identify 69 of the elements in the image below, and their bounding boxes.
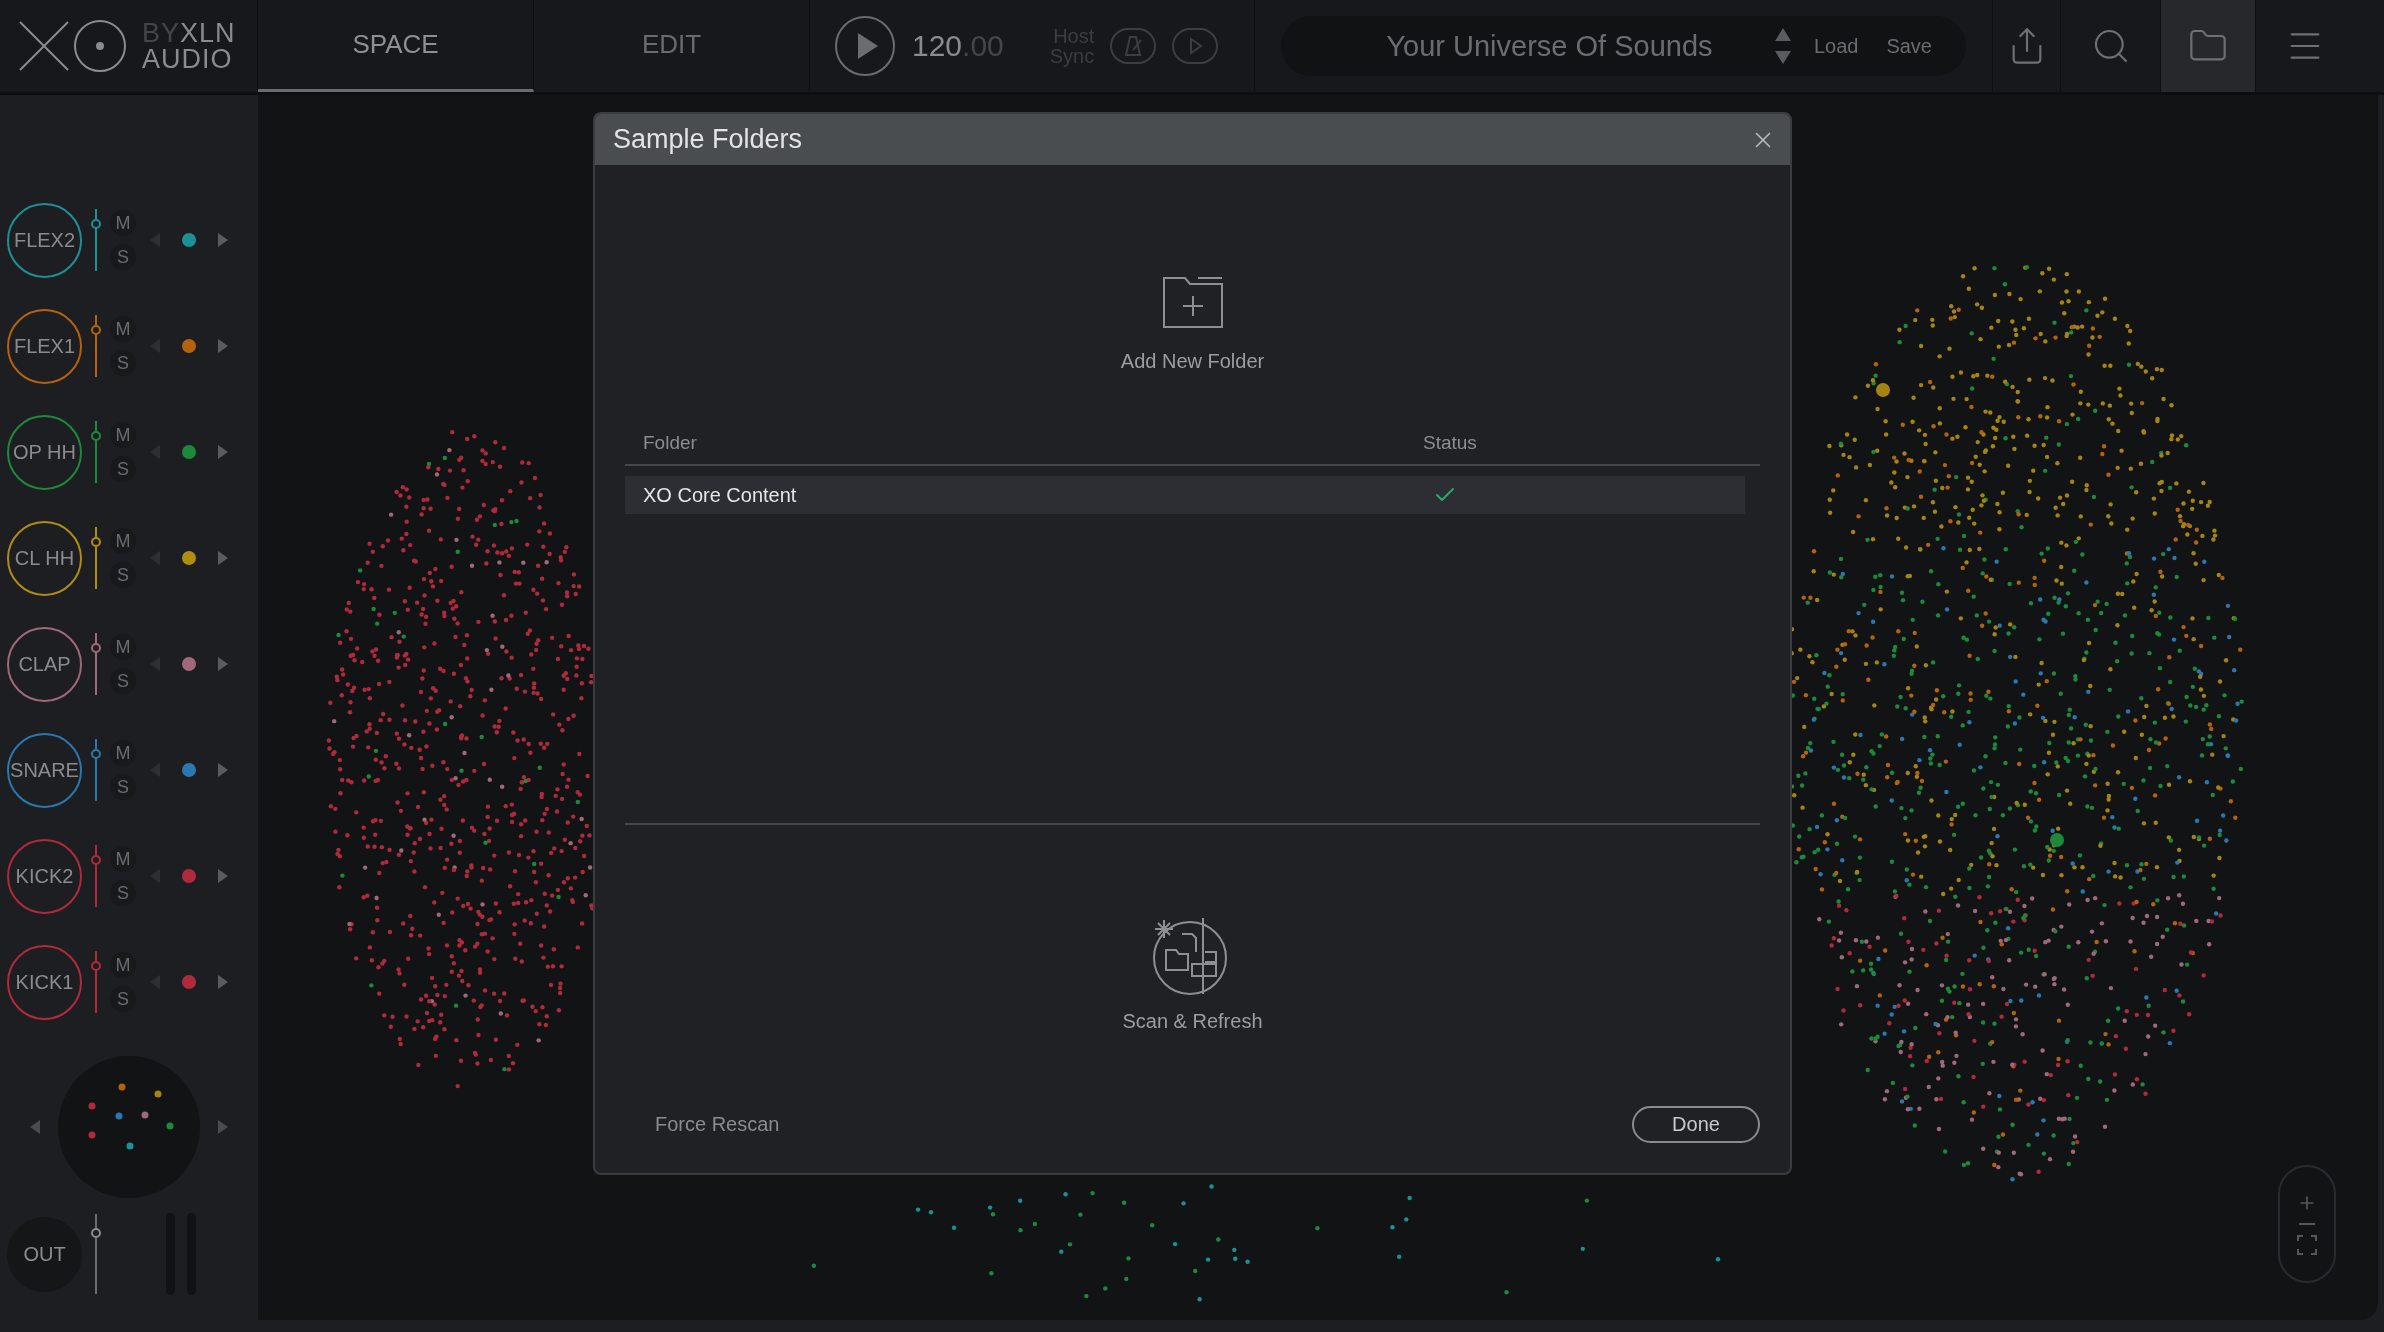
xo-logo-icon — [18, 18, 128, 74]
solo-button[interactable]: S — [110, 244, 136, 270]
mute-button[interactable]: M — [110, 634, 136, 660]
right-arrow-icon[interactable] — [218, 763, 228, 777]
metronome-button[interactable] — [1110, 28, 1157, 64]
folder-name: XO Core Content — [643, 483, 798, 507]
track-pad[interactable]: OP HH — [7, 414, 82, 490]
mute-button[interactable]: M — [110, 528, 136, 554]
volume-slider[interactable] — [90, 315, 102, 377]
volume-slider[interactable] — [90, 951, 102, 1013]
up-down-arrows-icon[interactable] — [1773, 26, 1792, 66]
left-arrow-icon[interactable] — [30, 1120, 40, 1134]
toolbar-button[interactable] — [2160, 0, 2255, 92]
scan-refresh-button[interactable]: Scan & Refresh — [1116, 913, 1269, 1034]
right-arrow-icon[interactable] — [218, 869, 228, 883]
solo-button[interactable]: S — [110, 774, 136, 800]
solo-button[interactable]: S — [110, 350, 136, 376]
right-arrow-icon[interactable] — [218, 339, 228, 353]
fit-view-icon — [2297, 1235, 2317, 1255]
save-button[interactable]: Save — [1880, 34, 1938, 58]
volume-slider[interactable] — [90, 527, 102, 589]
right-arrow-icon[interactable] — [218, 1120, 228, 1134]
minus-icon — [2299, 1223, 2315, 1225]
track-pad[interactable]: KICK2 — [7, 838, 82, 914]
mute-button[interactable]: M — [110, 952, 136, 978]
track-pad[interactable]: FLEX1 — [7, 308, 82, 384]
track-pad[interactable]: CL HH — [7, 520, 82, 596]
folder-plus-icon — [1162, 276, 1223, 328]
force-rescan-link[interactable]: Force Rescan — [655, 1113, 780, 1136]
play-button[interactable] — [834, 15, 896, 77]
volume-slider[interactable] — [90, 845, 102, 907]
track-pad[interactable]: CLAP — [7, 626, 82, 702]
done-button[interactable]: Done — [1632, 1106, 1760, 1143]
mute-button[interactable]: M — [110, 740, 136, 766]
volume-slider[interactable] — [90, 739, 102, 801]
right-arrow-icon[interactable] — [218, 975, 228, 989]
preset-name[interactable]: Your Universe Of Sounds — [1341, 29, 1758, 63]
solo-button[interactable]: S — [110, 668, 136, 694]
fit-view-button[interactable] — [2297, 1235, 2317, 1255]
tab[interactable]: EDIT — [534, 0, 810, 92]
solo-button[interactable]: S — [110, 562, 136, 588]
solo-button[interactable]: S — [110, 986, 136, 1012]
dialog-title: Sample Folders — [613, 124, 803, 155]
volume-slider[interactable] — [90, 633, 102, 695]
folder-row[interactable]: XO Core Content — [625, 476, 1745, 514]
right-arrow-icon[interactable] — [218, 233, 228, 247]
mute-button[interactable]: M — [110, 316, 136, 342]
mute-button[interactable]: M — [110, 846, 136, 872]
mute-button[interactable]: M — [110, 210, 136, 236]
right-arrow-icon[interactable] — [218, 657, 228, 671]
output-slider[interactable] — [90, 1214, 102, 1294]
add-folder-button[interactable]: Add New Folder — [1114, 275, 1271, 374]
track-pad[interactable]: FLEX2 — [7, 202, 82, 278]
track-pad[interactable]: KICK1 — [7, 944, 82, 1020]
solo-button[interactable]: S — [110, 880, 136, 906]
column-header: Status — [1423, 432, 1478, 454]
output-pad[interactable]: OUT — [7, 1216, 82, 1292]
volume-slider[interactable] — [90, 209, 102, 271]
brand-subtitle: AUDIO — [142, 46, 234, 72]
volume-slider[interactable] — [90, 421, 102, 483]
play-mode-button[interactable] — [1172, 28, 1219, 64]
load-button[interactable]: Load — [1807, 34, 1865, 58]
mute-button[interactable]: M — [110, 422, 136, 448]
solo-button[interactable]: S — [110, 456, 136, 482]
right-arrow-icon[interactable] — [218, 445, 228, 459]
track-pad[interactable]: SNARE — [7, 732, 82, 808]
right-arrow-icon[interactable] — [218, 551, 228, 565]
tab[interactable]: SPACE — [258, 0, 534, 92]
column-header: Folder — [643, 432, 698, 454]
